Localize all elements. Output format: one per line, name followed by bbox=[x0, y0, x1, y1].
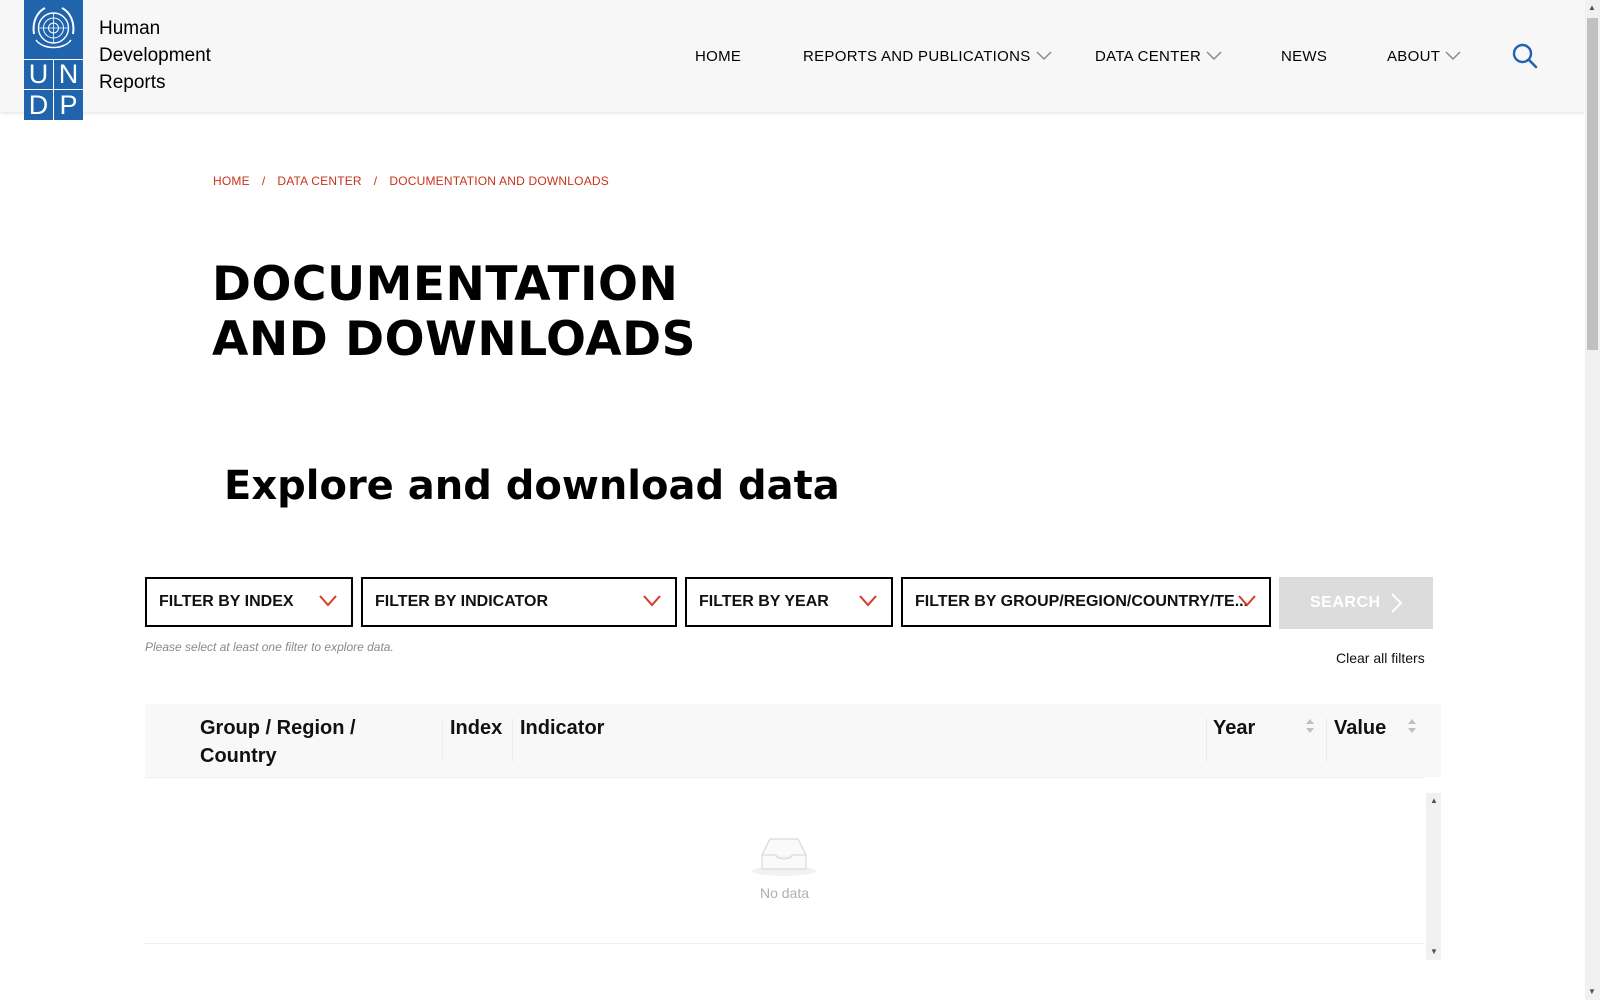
scroll-down-arrow-icon[interactable]: ▼ bbox=[1430, 948, 1438, 956]
chevron-down-icon bbox=[643, 595, 661, 607]
filter-group-label: FILTER BY GROUP/REGION/COUNTRY/TE... bbox=[915, 593, 1249, 610]
brand-line-1: Human bbox=[99, 18, 161, 39]
page-scrollbar-thumb[interactable] bbox=[1587, 18, 1598, 350]
breadcrumb-current[interactable]: DOCUMENTATION AND DOWNLOADS bbox=[389, 174, 609, 188]
sort-icon[interactable] bbox=[1407, 718, 1417, 734]
breadcrumb-separator: / bbox=[261, 174, 266, 188]
nav-news[interactable]: NEWS bbox=[1281, 45, 1327, 67]
chevron-down-icon bbox=[1206, 48, 1222, 65]
brand-line-2: Development bbox=[99, 45, 211, 66]
logo-letter-u: U bbox=[28, 59, 49, 89]
undp-logo[interactable]: U N D P bbox=[24, 0, 83, 120]
un-emblem-icon bbox=[32, 7, 75, 49]
search-button[interactable] bbox=[1512, 43, 1538, 69]
chevron-down-icon bbox=[1238, 595, 1256, 607]
column-group-region-country: Group / Region / Country bbox=[200, 717, 356, 767]
filter-index-label: FILTER BY INDEX bbox=[159, 593, 294, 610]
breadcrumb-separator: / bbox=[373, 174, 378, 188]
page-title-line-2: AND DOWNLOADS bbox=[212, 312, 696, 367]
nav-home-label: HOME bbox=[695, 47, 742, 65]
chevron-down-icon bbox=[1445, 48, 1461, 65]
scroll-down-arrow-icon[interactable]: ▼ bbox=[1588, 988, 1596, 996]
nav-about[interactable]: ABOUT bbox=[1387, 45, 1461, 67]
clear-all-filters-link[interactable]: Clear all filters bbox=[1336, 650, 1425, 666]
table-body: No data bbox=[145, 793, 1424, 943]
nav-data-center-label: DATA CENTER bbox=[1095, 47, 1202, 65]
sort-icon[interactable] bbox=[1305, 718, 1315, 734]
filter-indicator-select[interactable]: FILTER BY INDICATOR bbox=[361, 577, 677, 627]
undp-letters: U N D P bbox=[24, 59, 83, 120]
nav-reports-and-publications[interactable]: REPORTS AND PUBLICATIONS bbox=[803, 45, 1052, 67]
header-divider bbox=[145, 777, 1424, 778]
nav-news-label: NEWS bbox=[1281, 47, 1328, 65]
search-submit-button[interactable]: SEARCH bbox=[1279, 577, 1433, 629]
chevron-down-icon bbox=[319, 595, 337, 607]
page-scrollbar[interactable]: ▲ ▼ bbox=[1585, 0, 1600, 1000]
breadcrumb-home[interactable]: HOME bbox=[213, 174, 250, 188]
nav-data-center[interactable]: DATA CENTER bbox=[1095, 45, 1222, 67]
table-scrollbar[interactable]: ▲ ▼ bbox=[1426, 793, 1441, 960]
site-header: Human Development Reports HOME REPORTS A… bbox=[0, 0, 1585, 112]
logo-letter-p: P bbox=[59, 90, 78, 120]
empty-inbox-icon bbox=[752, 838, 816, 876]
column-indicator: Indicator bbox=[520, 717, 605, 739]
search-submit-label: SEARCH bbox=[1310, 594, 1381, 611]
nav-home[interactable]: HOME bbox=[695, 45, 741, 67]
empty-state-text: No data bbox=[759, 885, 810, 901]
filter-indicator-label: FILTER BY INDICATOR bbox=[375, 593, 549, 610]
column-value[interactable]: Value bbox=[1334, 714, 1386, 742]
table-bottom-divider bbox=[145, 943, 1424, 944]
search-icon bbox=[1512, 43, 1538, 69]
column-index: Index bbox=[450, 717, 503, 739]
column-divider bbox=[442, 718, 443, 762]
nav-reports-label: REPORTS AND PUBLICATIONS bbox=[803, 47, 1031, 65]
filter-group-region-country-select[interactable]: FILTER BY GROUP/REGION/COUNTRY/TE... bbox=[901, 577, 1271, 627]
logo-letter-d: D bbox=[28, 90, 49, 120]
column-divider bbox=[512, 718, 513, 762]
filter-year-select[interactable]: FILTER BY YEAR bbox=[685, 577, 893, 627]
column-year[interactable]: Year bbox=[1213, 714, 1255, 742]
column-divider bbox=[1206, 718, 1207, 762]
chevron-down-icon bbox=[1036, 48, 1052, 65]
brand-line-3: Reports bbox=[99, 72, 166, 93]
logo-letter-n: N bbox=[58, 59, 79, 89]
scroll-up-arrow-icon[interactable]: ▲ bbox=[1430, 797, 1438, 805]
filter-year-label: FILTER BY YEAR bbox=[699, 593, 829, 610]
brand-name[interactable]: Human Development Reports bbox=[99, 15, 211, 96]
filter-hint: Please select at least one filter to exp… bbox=[145, 640, 394, 654]
page-title: DOCUMENTATION AND DOWNLOADS bbox=[212, 257, 912, 367]
breadcrumb-data-center[interactable]: DATA CENTER bbox=[277, 174, 361, 188]
section-title: Explore and download data bbox=[224, 463, 840, 509]
nav-about-label: ABOUT bbox=[1387, 47, 1441, 65]
table-header: Group / Region / Country Index Indicator… bbox=[145, 704, 1441, 777]
chevron-right-icon bbox=[1391, 593, 1403, 613]
page-title-line-1: DOCUMENTATION bbox=[212, 257, 679, 312]
chevron-down-icon bbox=[859, 595, 877, 607]
breadcrumb: HOME / DATA CENTER / DOCUMENTATION AND D… bbox=[213, 174, 609, 188]
column-divider bbox=[1326, 718, 1327, 762]
scroll-up-arrow-icon[interactable]: ▲ bbox=[1588, 4, 1596, 12]
filter-index-select[interactable]: FILTER BY INDEX bbox=[145, 577, 353, 627]
